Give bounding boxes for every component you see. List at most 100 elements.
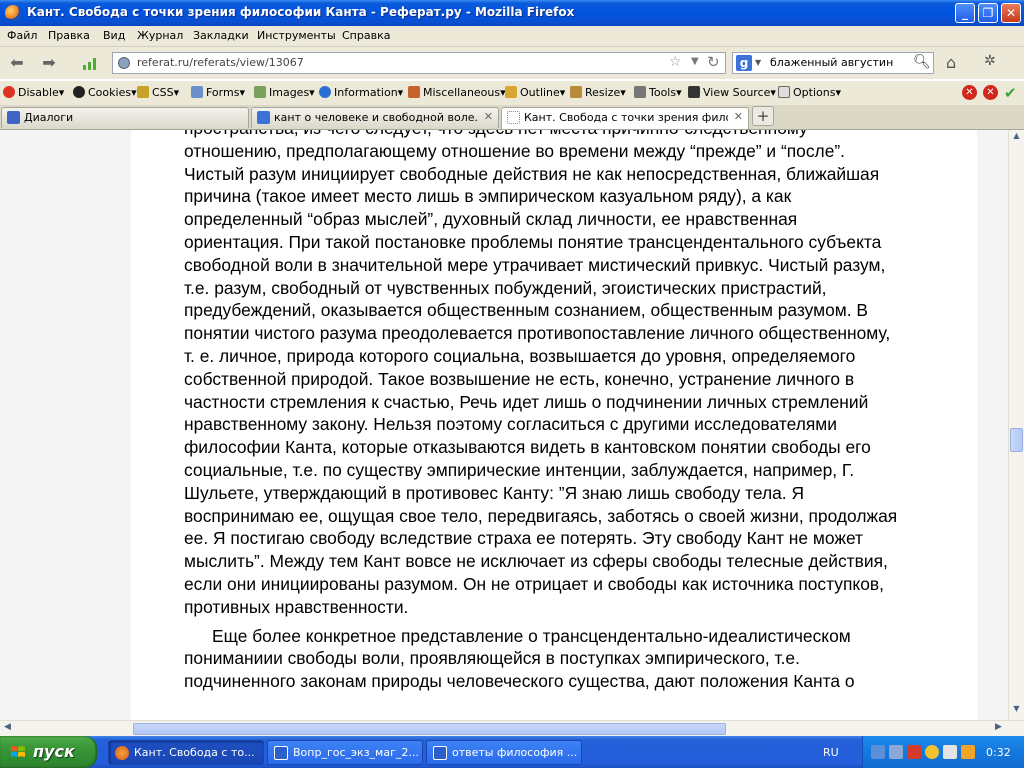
volume-icon[interactable] xyxy=(943,745,957,759)
page-body: пространства, из чего следует, что здесь… xyxy=(131,130,977,720)
valid-check-icon[interactable]: ✔ xyxy=(1004,84,1017,102)
minimize-button[interactable]: _ xyxy=(955,3,975,23)
text-line: ориентация. При такой постановке проблем… xyxy=(184,231,882,252)
menu-history[interactable]: Журнал xyxy=(137,29,183,42)
vertical-scrollbar[interactable]: ▲ ▼ xyxy=(1008,130,1024,720)
horizontal-scrollbar[interactable]: ◀ ▶ xyxy=(0,720,1024,736)
scroll-down-icon[interactable]: ▼ xyxy=(1010,704,1023,720)
start-button[interactable]: пуск xyxy=(0,736,97,768)
dev-view-source[interactable]: View Source▾ xyxy=(688,86,776,99)
site-identity-icon[interactable] xyxy=(118,57,130,69)
text-line: пространства, из чего следует, что здесь… xyxy=(184,130,808,138)
dev-tools[interactable]: Tools▾ xyxy=(634,86,682,99)
dev-information[interactable]: Information▾ xyxy=(319,86,403,99)
web-developer-toolbar: Disable▾ Cookies▾ CSS▾ Forms▾ Images▾ In… xyxy=(0,80,1024,106)
menu-file[interactable]: Файл xyxy=(7,29,37,42)
disable-icon xyxy=(3,86,15,98)
task-firefox[interactable]: Кант. Свобода с то... xyxy=(108,740,264,765)
maximize-button[interactable]: ❐ xyxy=(978,3,998,23)
taskbar: пуск Кант. Свобода с то... Вопр_гос_экз_… xyxy=(0,736,1024,768)
dev-cookies[interactable]: Cookies▾ xyxy=(73,86,137,99)
firefox-icon xyxy=(5,5,21,21)
scroll-up-icon[interactable]: ▲ xyxy=(1010,131,1023,147)
text-line: отношению, предполагающему отношение во … xyxy=(184,140,845,161)
antivirus-icon[interactable] xyxy=(907,745,921,759)
tab-close-icon[interactable]: ✕ xyxy=(484,110,493,123)
url-text[interactable]: referat.ru/referats/view/13067 xyxy=(137,56,304,69)
dev-disable[interactable]: Disable▾ xyxy=(3,86,64,99)
network-icon[interactable] xyxy=(871,745,885,759)
text-line: собственной природой. Такое возвышение н… xyxy=(184,368,855,389)
text-line: противных нравственности. xyxy=(184,596,409,617)
menu-edit[interactable]: Правка xyxy=(48,29,90,42)
vertical-scroll-thumb[interactable] xyxy=(1010,428,1023,452)
forms-icon xyxy=(191,86,203,98)
addon-bug-icon[interactable]: ✲ xyxy=(984,53,996,69)
tools-icon xyxy=(634,86,646,98)
dev-outline[interactable]: Outline▾ xyxy=(505,86,565,99)
window-titlebar[interactable]: Кант. Свобода с точки зрения философии К… xyxy=(0,0,1024,26)
display-icon[interactable] xyxy=(889,745,903,759)
tab-bar: Диалоги кант о человеке и свободной воле… xyxy=(0,105,1024,130)
tab-dialogs[interactable]: Диалоги xyxy=(1,107,249,128)
menu-help[interactable]: Справка xyxy=(342,29,390,42)
google-search-icon[interactable]: g xyxy=(736,55,752,71)
new-tab-button[interactable]: + xyxy=(752,106,774,126)
text-line: если они инициированы разумом. Он не отр… xyxy=(184,573,884,594)
scroll-left-icon[interactable]: ◀ xyxy=(4,722,11,732)
back-button[interactable]: ⬅ xyxy=(6,53,28,73)
text-line: Шульете, утверждающий в противовес Канту… xyxy=(184,482,805,503)
home-icon[interactable]: ⌂ xyxy=(946,53,956,72)
text-line: предубеждений, оказывается общественным … xyxy=(184,300,869,321)
menu-bar: Файл Правка Вид Журнал Закладки Инструме… xyxy=(0,26,1024,47)
error-icon[interactable]: ✕ xyxy=(962,85,977,100)
forward-button[interactable]: ➡ xyxy=(38,53,60,73)
text-line: воспринимаю ее, ощущая свое тело, передв… xyxy=(184,505,898,526)
options-icon xyxy=(778,86,790,98)
search-icon[interactable]: 🔍︎ xyxy=(913,54,931,70)
task-word-doc2[interactable]: ответы философия ... xyxy=(426,740,582,765)
menu-bookmarks[interactable]: Закладки xyxy=(193,29,249,42)
scroll-right-icon[interactable]: ▶ xyxy=(995,722,1002,732)
miscellaneous-icon xyxy=(408,86,420,98)
security-alert-icon[interactable] xyxy=(961,745,975,759)
paragraph: пространства, из чего следует, что здесь… xyxy=(184,130,977,619)
language-indicator[interactable]: RU xyxy=(823,746,839,759)
dev-resize[interactable]: Resize▾ xyxy=(570,86,626,99)
tab-kant-search[interactable]: кант о человеке и свободной воле. - П...… xyxy=(251,107,499,128)
text-line: пониманиии свободы воли, проявляющейся в… xyxy=(184,648,800,669)
text-line: свободной воли в значительной мере утрач… xyxy=(184,254,886,275)
text-line: т. е. личное, природа которого социальна… xyxy=(184,345,856,366)
tab-kant-freedom[interactable]: Кант. Свобода с точки зрения философ... … xyxy=(501,107,749,129)
article-text: пространства, из чего следует, что здесь… xyxy=(184,130,977,699)
bookmark-star-icon[interactable]: ☆ xyxy=(669,54,682,70)
resize-icon xyxy=(570,86,582,98)
text-line: нравственному закону. Нельзя поэтому сог… xyxy=(184,414,837,435)
windows-logo-icon xyxy=(11,746,25,757)
tab-close-icon[interactable]: ✕ xyxy=(734,110,743,123)
url-bar[interactable]: referat.ru/referats/view/13067 ☆ ▼ ↻ xyxy=(112,52,726,74)
dev-options[interactable]: Options▾ xyxy=(778,86,841,99)
task-word-doc1[interactable]: Вопр_гос_экз_маг_2... xyxy=(267,740,423,765)
text-line: определенный “образ мыслей”, духовный ск… xyxy=(184,209,798,230)
messenger-icon[interactable] xyxy=(925,745,939,759)
horizontal-scroll-thumb[interactable] xyxy=(133,723,726,735)
search-bar[interactable]: g ▼ блаженный августин 🔍︎ xyxy=(732,52,934,74)
search-engine-dropdown-icon[interactable]: ▼ xyxy=(755,58,761,67)
google-tab-icon xyxy=(257,111,270,124)
dev-miscellaneous[interactable]: Miscellaneous▾ xyxy=(408,86,506,99)
menu-view[interactable]: Вид xyxy=(103,29,125,42)
dev-css[interactable]: CSS▾ xyxy=(137,86,179,99)
text-line: т.е. разум, свободный от чувственных поб… xyxy=(184,277,827,298)
dev-forms[interactable]: Forms▾ xyxy=(191,86,245,99)
menu-tools[interactable]: Инструменты xyxy=(257,29,336,42)
url-dropdown-icon[interactable]: ▼ xyxy=(691,56,699,67)
firefox-icon xyxy=(115,746,129,760)
reload-icon[interactable]: ↻ xyxy=(707,53,720,71)
information-icon xyxy=(319,86,331,98)
dev-images[interactable]: Images▾ xyxy=(254,86,315,99)
close-button[interactable]: ✕ xyxy=(1001,3,1021,23)
warning-error-icon[interactable]: ✕ xyxy=(983,85,998,100)
text-line: Еще более конкретное представление о тра… xyxy=(212,625,851,646)
search-query[interactable]: блаженный августин xyxy=(770,56,893,69)
